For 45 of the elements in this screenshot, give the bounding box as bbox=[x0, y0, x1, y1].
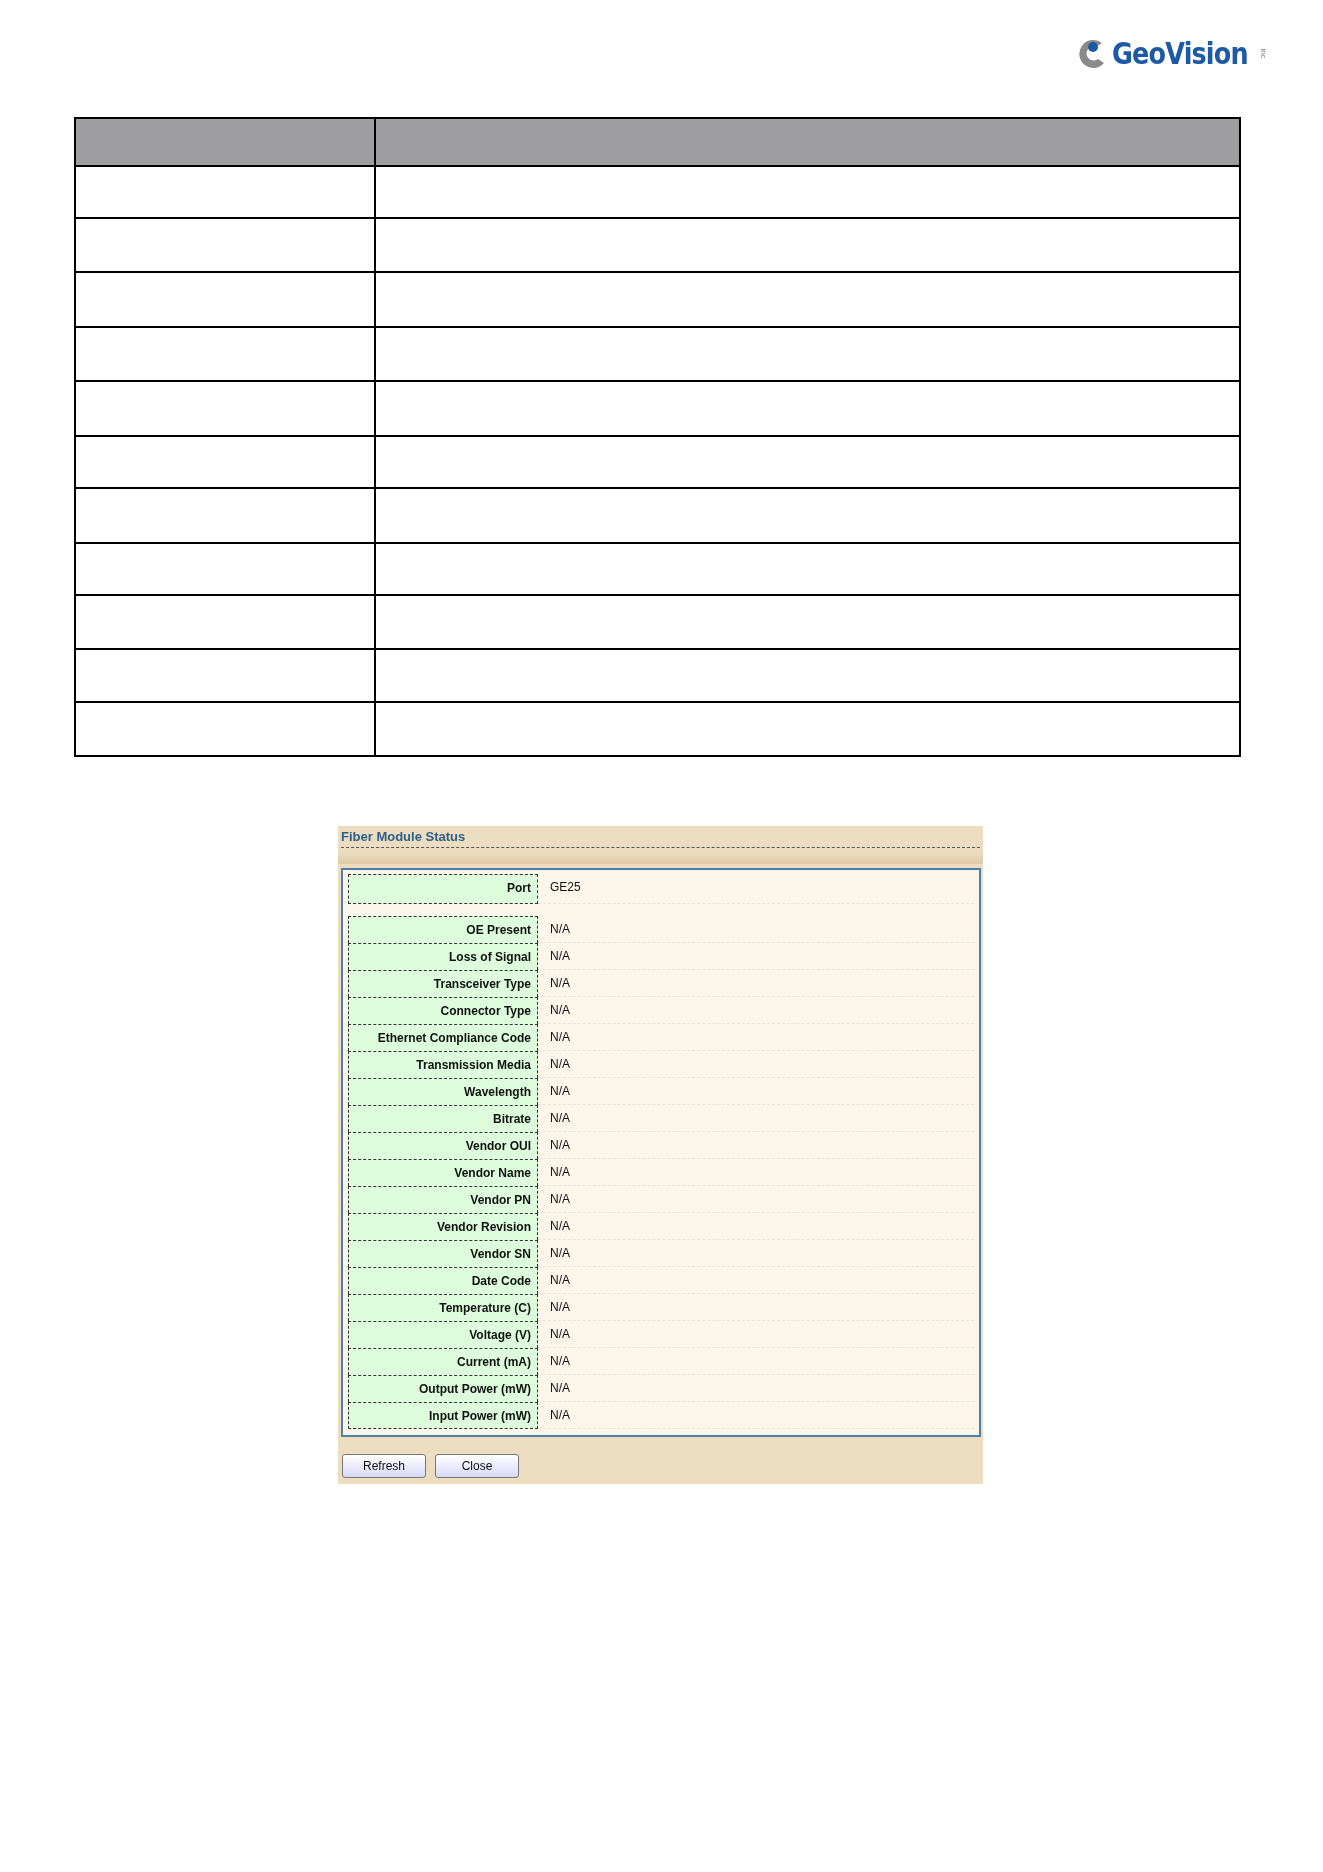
field-value: N/A bbox=[538, 1213, 974, 1240]
field-label: Wavelength bbox=[348, 1078, 538, 1105]
field-label: Vendor Revision bbox=[348, 1213, 538, 1240]
field-value: N/A bbox=[538, 943, 974, 970]
field-value: N/A bbox=[538, 1078, 974, 1105]
field-label: Vendor SN bbox=[348, 1240, 538, 1267]
field-label: Loss of Signal bbox=[348, 943, 538, 970]
field-value: GE25 bbox=[538, 874, 974, 904]
field-label: OE Present bbox=[348, 916, 538, 943]
field-value: N/A bbox=[538, 970, 974, 997]
field-value: N/A bbox=[538, 1105, 974, 1132]
field-value: N/A bbox=[538, 1348, 974, 1375]
dialog-button[interactable]: Refresh bbox=[342, 1454, 426, 1478]
field-label: Port bbox=[348, 874, 538, 904]
field-label: Bitrate bbox=[348, 1105, 538, 1132]
field-value: N/A bbox=[538, 1051, 974, 1078]
field-value: N/A bbox=[538, 1132, 974, 1159]
field-label: Input Power (mW) bbox=[348, 1402, 538, 1429]
field-value: N/A bbox=[538, 997, 974, 1024]
field-label: Date Code bbox=[348, 1267, 538, 1294]
field-label: Transmission Media bbox=[348, 1051, 538, 1078]
field-value: N/A bbox=[538, 1402, 974, 1429]
field-label: Voltage (V) bbox=[348, 1321, 538, 1348]
field-label: Temperature (C) bbox=[348, 1294, 538, 1321]
field-value: N/A bbox=[538, 1240, 974, 1267]
field-value: N/A bbox=[538, 1186, 974, 1213]
field-label: Ethernet Compliance Code bbox=[348, 1024, 538, 1051]
field-value: N/A bbox=[538, 1024, 974, 1051]
field-value: N/A bbox=[538, 916, 974, 943]
field-label: Connector Type bbox=[348, 997, 538, 1024]
dialog-button[interactable]: Close bbox=[435, 1454, 519, 1478]
logo-text: GeoVision bbox=[1112, 36, 1248, 71]
field-label: Transceiver Type bbox=[348, 970, 538, 997]
field-value: N/A bbox=[538, 1294, 974, 1321]
field-label: Vendor PN bbox=[348, 1186, 538, 1213]
field-value: N/A bbox=[538, 1375, 974, 1402]
field-label: Vendor OUI bbox=[348, 1132, 538, 1159]
field-label: Output Power (mW) bbox=[348, 1375, 538, 1402]
field-value: N/A bbox=[538, 1321, 974, 1348]
field-label: Current (mA) bbox=[348, 1348, 538, 1375]
field-value: N/A bbox=[538, 1267, 974, 1294]
field-label: Vendor Name bbox=[348, 1159, 538, 1186]
field-value: N/A bbox=[538, 1159, 974, 1186]
dialog-title: Fiber Module Status bbox=[341, 826, 980, 848]
logo-suffix: inc bbox=[1258, 48, 1268, 59]
